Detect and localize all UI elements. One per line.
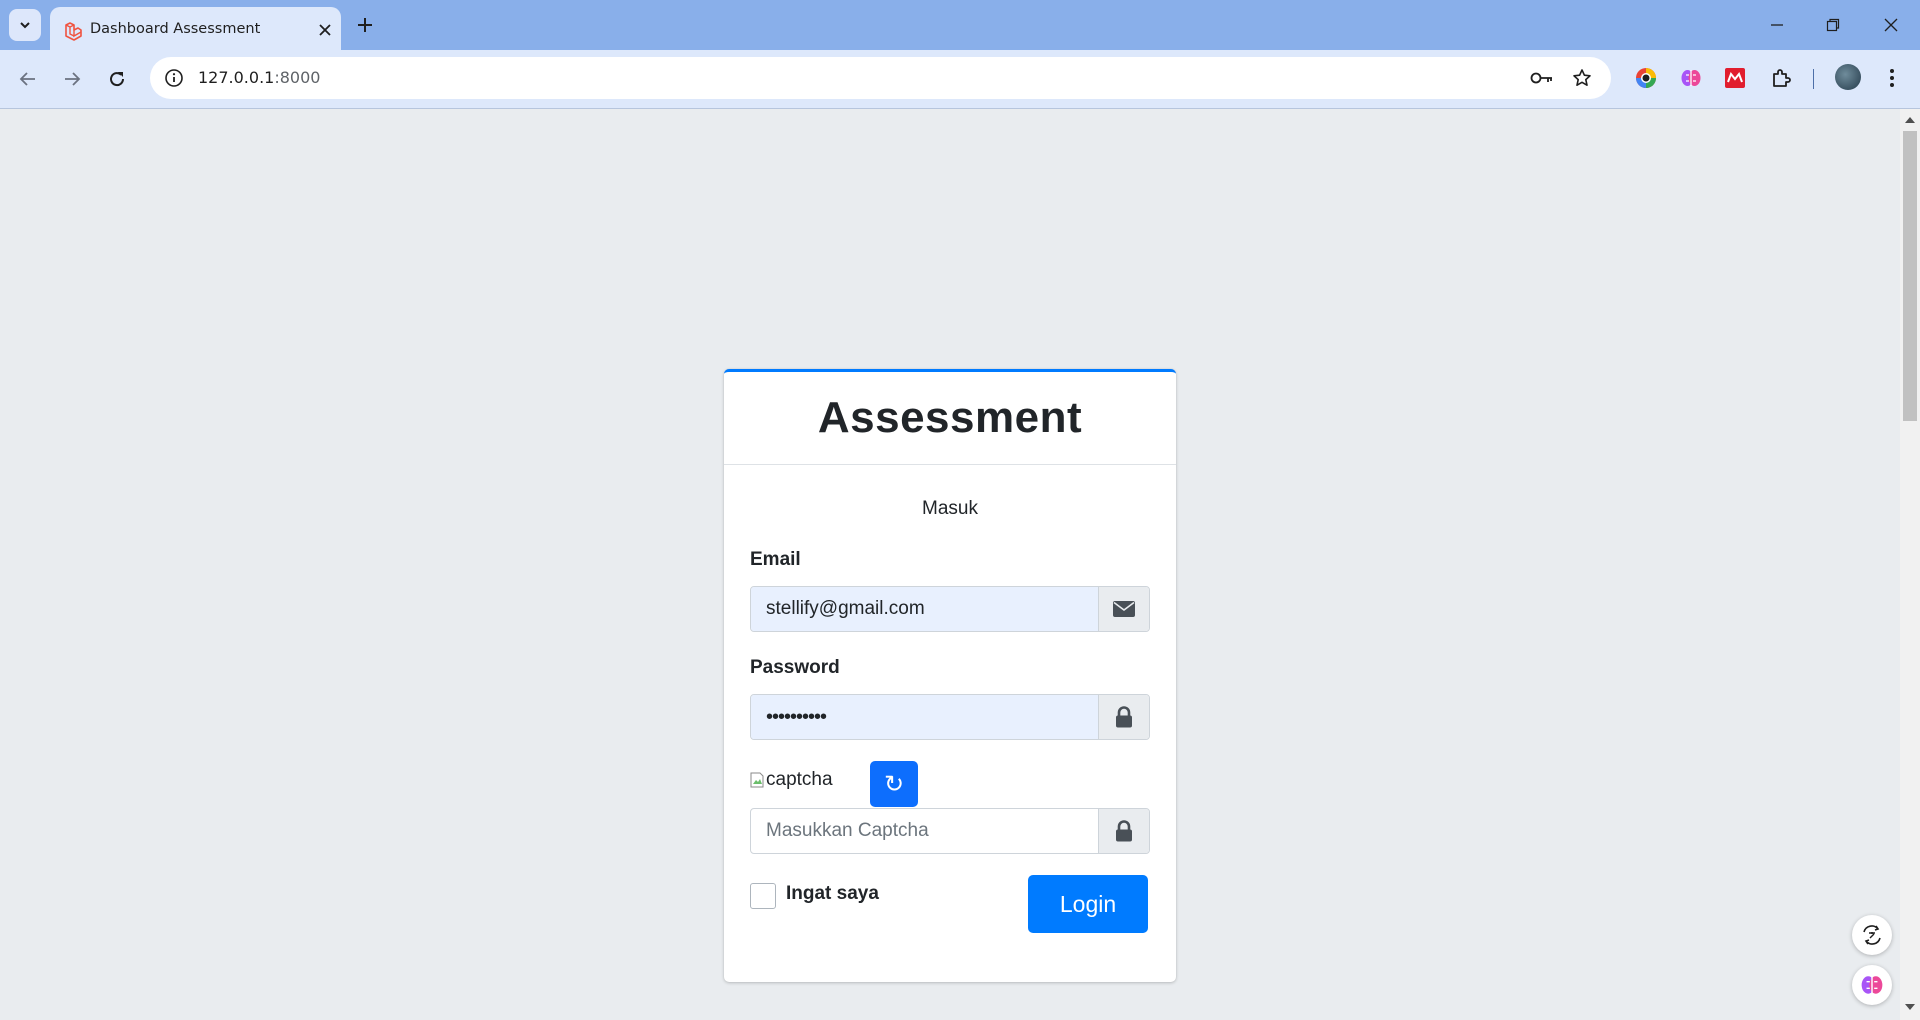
puzzle-icon (1773, 69, 1791, 87)
email-input-group (750, 586, 1150, 632)
login-card: Assessment Masuk Email Password captcha … (724, 369, 1176, 982)
close-icon (319, 24, 331, 36)
star-icon (1573, 69, 1591, 86)
triangle-down-icon (1905, 1004, 1915, 1010)
plus-icon (358, 18, 372, 32)
browser-tab[interactable]: Dashboard Assessment (50, 7, 341, 50)
restore-button[interactable] (1820, 12, 1846, 38)
extension-color-picker-button[interactable] (1632, 64, 1660, 92)
key-icon (1530, 72, 1552, 84)
minimize-icon (1771, 24, 1783, 26)
scroll-down-arrow[interactable] (1905, 1002, 1915, 1012)
broken-image-icon (750, 772, 764, 788)
browser-tabstrip: Dashboard Assessment (0, 0, 1920, 50)
ai-assistant-float-button[interactable] (1852, 965, 1892, 1005)
extensions-menu-button[interactable] (1767, 64, 1795, 92)
captcha-addon (1098, 809, 1149, 853)
password-label: Password (750, 657, 840, 678)
profile-avatar[interactable] (1835, 64, 1861, 90)
lock-icon (1116, 706, 1132, 728)
password-input[interactable] (751, 695, 1099, 739)
refresh-icon: ↻ (883, 770, 905, 798)
login-button[interactable]: Login (1028, 875, 1148, 933)
remember-me-checkbox[interactable] (750, 883, 776, 909)
mendeley-icon (1725, 68, 1745, 88)
page-scrollbar[interactable] (1900, 109, 1920, 1020)
card-header: Assessment (724, 372, 1176, 465)
laravel-favicon-icon (65, 22, 82, 41)
password-input-group (750, 694, 1150, 740)
captcha-input-group (750, 808, 1150, 854)
forward-button[interactable] (57, 64, 87, 94)
close-icon (1884, 18, 1898, 32)
arrow-left-icon (19, 72, 35, 86)
translate-icon (1863, 925, 1881, 945)
browser-menu-button[interactable] (1878, 64, 1906, 92)
close-window-button[interactable] (1878, 12, 1904, 38)
bookmark-button[interactable] (1568, 64, 1596, 92)
brain-icon (1681, 70, 1701, 86)
reload-icon (110, 72, 125, 87)
tab-title: Dashboard Assessment (90, 21, 261, 37)
envelope-icon (1113, 601, 1135, 617)
minimize-button[interactable] (1764, 12, 1790, 38)
password-addon (1098, 695, 1149, 739)
url-port: :8000 (274, 68, 321, 87)
translate-float-button[interactable] (1852, 915, 1892, 955)
new-tab-button[interactable] (353, 13, 377, 37)
email-addon (1098, 587, 1149, 631)
toolbar-separator (1813, 69, 1814, 89)
extension-mendeley-button[interactable] (1721, 64, 1749, 92)
reload-button[interactable] (102, 64, 132, 94)
email-label: Email (750, 549, 801, 570)
color-wheel-icon (1636, 68, 1656, 88)
captcha-input[interactable] (751, 809, 1099, 853)
more-vertical-icon (1890, 69, 1894, 87)
login-subtitle: Masuk (922, 498, 978, 519)
captcha-alt-text: captcha (766, 769, 833, 790)
info-icon (165, 69, 183, 87)
email-input[interactable] (751, 587, 1099, 631)
site-info-button[interactable] (159, 63, 189, 93)
back-button[interactable] (13, 64, 43, 94)
remember-me-label[interactable]: Ingat saya (786, 883, 879, 905)
captcha-image: captcha (750, 769, 833, 791)
arrow-right-icon (65, 72, 81, 86)
password-key-button[interactable] (1528, 64, 1556, 92)
lock-icon (1116, 820, 1132, 842)
restore-icon (1826, 18, 1840, 32)
url-text: 127.0.0.1:8000 (198, 68, 320, 87)
refresh-captcha-button[interactable]: ↻ (870, 761, 918, 807)
triangle-up-icon (1905, 117, 1915, 123)
extension-ai-brain-button[interactable] (1677, 64, 1705, 92)
chevron-down-icon (20, 22, 30, 29)
scroll-thumb[interactable] (1903, 131, 1917, 421)
url-host: 127.0.0.1 (198, 68, 275, 87)
tab-search-button[interactable] (9, 9, 41, 41)
scroll-up-arrow[interactable] (1905, 115, 1915, 125)
tab-close-button[interactable] (314, 19, 336, 41)
page-viewport: Assessment Masuk Email Password captcha … (0, 109, 1900, 1020)
brand-title[interactable]: Assessment (818, 393, 1082, 443)
brain-icon (1861, 976, 1883, 994)
address-bar[interactable]: 127.0.0.1:8000 (150, 57, 1611, 99)
